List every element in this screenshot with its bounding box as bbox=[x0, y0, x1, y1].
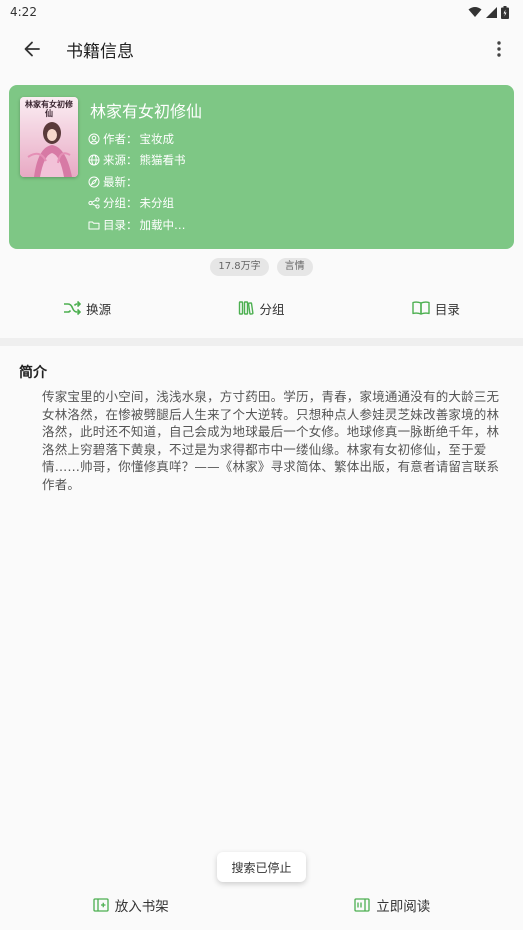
status-bar: 4:22 bbox=[0, 0, 523, 24]
bottom-bar: 放入书架 立即阅读 bbox=[0, 886, 523, 924]
book-actions: 换源 分组 目录 bbox=[0, 290, 523, 326]
intro-title: 简介 bbox=[19, 365, 47, 381]
book-cover[interactable]: 林家有女初修仙 bbox=[20, 97, 78, 177]
read-icon bbox=[354, 898, 370, 912]
book-title: 林家有女初修仙 bbox=[90, 102, 203, 121]
meta-group-value: 未分组 bbox=[139, 196, 175, 211]
books-icon bbox=[239, 301, 255, 315]
add-shelf-icon bbox=[93, 898, 109, 912]
add-to-shelf-label: 放入书架 bbox=[114, 899, 169, 915]
tag-word-count: 17.8万字 bbox=[210, 258, 269, 276]
meta-group[interactable]: 分组： 未分组 bbox=[88, 193, 186, 215]
meta-group-label: 分组： bbox=[103, 196, 138, 211]
author-icon bbox=[88, 133, 100, 145]
share-icon bbox=[88, 197, 100, 209]
app-bar: 书籍信息 bbox=[0, 24, 523, 74]
book-tags: 17.8万字 言情 bbox=[0, 258, 523, 276]
open-book-icon bbox=[412, 301, 430, 315]
globe-icon bbox=[88, 154, 100, 166]
meta-author-label: 作者： bbox=[103, 131, 138, 146]
arrow-left-icon bbox=[24, 41, 40, 57]
change-source-label: 换源 bbox=[86, 301, 112, 317]
meta-author: 作者： 宝妆成 bbox=[88, 128, 186, 150]
read-now-label: 立即阅读 bbox=[376, 899, 431, 915]
toast-message: 搜索已停止 bbox=[217, 852, 306, 882]
more-vert-icon bbox=[497, 41, 501, 57]
meta-author-value: 宝妆成 bbox=[139, 131, 175, 146]
read-now-button[interactable]: 立即阅读 bbox=[262, 886, 523, 924]
shuffle-icon bbox=[64, 300, 82, 316]
compass-icon bbox=[88, 176, 100, 188]
meta-latest: 最新： bbox=[88, 171, 186, 193]
meta-toc-value: 加载中… bbox=[139, 217, 186, 232]
wifi-icon bbox=[468, 7, 482, 17]
status-icons bbox=[468, 5, 509, 19]
book-meta-list: 作者： 宝妆成 来源： 熊猫看书 最新： 分组： 未分组 目录： 加载中… bbox=[88, 128, 186, 236]
page-title: 书籍信息 bbox=[66, 41, 134, 62]
group-button[interactable]: 分组 bbox=[174, 290, 348, 326]
cover-title-text: 林家有女初修仙 bbox=[25, 99, 73, 118]
intro-text: 传家宝里的小空间，浅浅水泉，方寸药田。学历，青春，家境通通没有的大龄三无女林洛然… bbox=[42, 389, 500, 492]
toc-button[interactable]: 目录 bbox=[349, 290, 523, 326]
book-info-card: 林家有女初修仙 林家有女初修仙 作者： 宝妆成 来源： 熊猫看书 最新： 分组：… bbox=[9, 85, 514, 249]
meta-latest-label: 最新： bbox=[103, 174, 138, 189]
more-menu-button[interactable] bbox=[479, 24, 519, 74]
group-label: 分组 bbox=[259, 301, 285, 317]
meta-source-value: 熊猫看书 bbox=[139, 153, 186, 168]
section-divider bbox=[0, 338, 523, 346]
change-source-button[interactable]: 换源 bbox=[0, 290, 174, 326]
toc-label: 目录 bbox=[434, 301, 460, 317]
back-button[interactable] bbox=[4, 24, 60, 74]
meta-source[interactable]: 来源： 熊猫看书 bbox=[88, 150, 186, 172]
meta-toc-label: 目录： bbox=[103, 217, 138, 232]
battery-icon bbox=[501, 5, 509, 19]
tag-genre: 言情 bbox=[276, 258, 313, 276]
folder-icon bbox=[88, 221, 100, 230]
status-time: 4:22 bbox=[10, 5, 37, 19]
add-to-shelf-button[interactable]: 放入书架 bbox=[0, 886, 262, 924]
signal-icon bbox=[486, 6, 497, 18]
meta-toc[interactable]: 目录： 加载中… bbox=[88, 214, 186, 236]
meta-source-label: 来源： bbox=[103, 153, 138, 168]
